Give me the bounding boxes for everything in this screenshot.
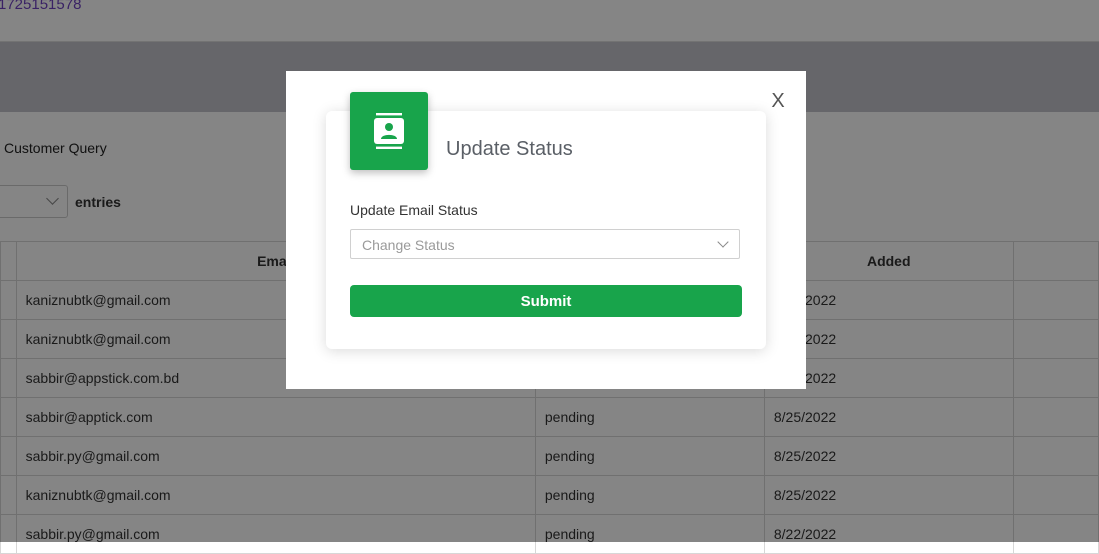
status-select[interactable]: Change Status bbox=[350, 229, 740, 259]
contact-card-icon bbox=[350, 92, 428, 170]
status-select-placeholder: Change Status bbox=[362, 237, 455, 253]
close-button[interactable]: X bbox=[768, 91, 788, 111]
modal-card: Update Status Update Email Status Change… bbox=[326, 92, 766, 349]
contact-card-icon-glyph bbox=[374, 113, 404, 149]
submit-button[interactable]: Submit bbox=[350, 285, 742, 317]
chevron-down-icon bbox=[717, 236, 729, 248]
modal-title: Update Status bbox=[446, 138, 573, 160]
update-status-modal: X Update Status Update Email Status Chan… bbox=[286, 71, 806, 389]
email-status-label: Update Email Status bbox=[350, 202, 478, 218]
